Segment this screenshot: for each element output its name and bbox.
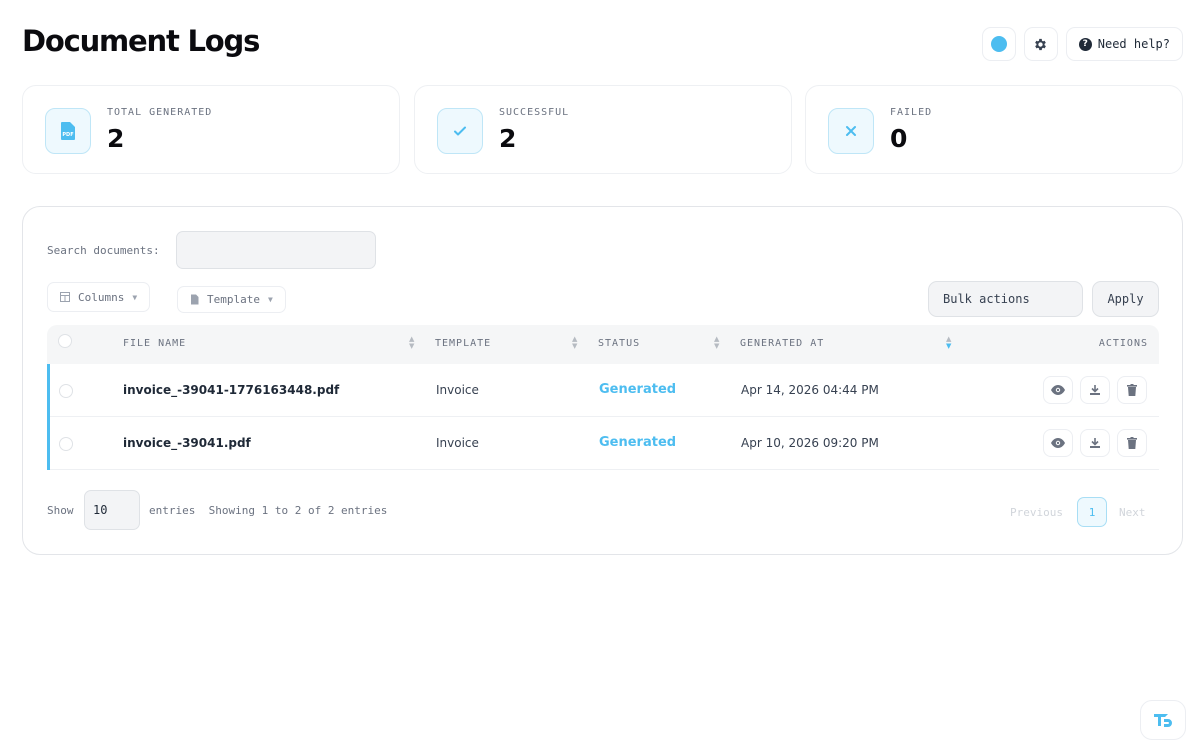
columns-button[interactable]: Columns ▼ (47, 282, 151, 312)
columns-icon (60, 292, 70, 302)
sort-icon[interactable]: ▲ ▼ (572, 336, 577, 350)
stat-value: 2 (107, 124, 125, 153)
file-icon (191, 294, 199, 305)
row-checkbox[interactable] (59, 437, 73, 451)
table-row: invoice_-39041.pdf Invoice Generated Apr… (47, 417, 1159, 470)
stat-label: SUCCESSFUL (499, 107, 570, 118)
color-dot-icon (990, 36, 1007, 52)
sort-icon[interactable]: ▲ ▼ (714, 336, 719, 350)
trash-icon (1127, 384, 1137, 396)
stat-value: 2 (499, 124, 517, 153)
file-name[interactable]: invoice_-39041-1776163448.pdf (123, 383, 339, 397)
view-button[interactable] (1043, 376, 1073, 404)
template-name: Invoice (436, 383, 479, 397)
top-actions: ? Need help? (981, 27, 1183, 61)
row-indicator (47, 417, 50, 470)
template-name: Invoice (436, 436, 479, 450)
trash-icon (1127, 437, 1137, 449)
table-row: invoice_-39041-1776163448.pdf Invoice Ge… (47, 364, 1159, 417)
chat-widget-button[interactable] (1140, 700, 1186, 740)
page-size-input[interactable]: 10 (84, 490, 140, 530)
stat-value: 0 (890, 124, 908, 153)
eye-icon (1051, 438, 1065, 448)
sort-icon[interactable]: ▲ ▼ (409, 336, 414, 350)
pdf-icon-text: PDF (62, 132, 73, 138)
stat-label: FAILED (890, 107, 933, 118)
search-label: Search documents: (47, 244, 160, 257)
apply-button[interactable]: Apply (1092, 281, 1159, 317)
table-header: FILE NAME ▲ ▼ TEMPLATE ▲ ▼ STATUS ▲ ▼ GENER… (47, 325, 1159, 364)
help-label: Need help? (1097, 37, 1170, 51)
view-button[interactable] (1043, 429, 1073, 457)
stat-card-successful: SUCCESSFUL 2 (414, 85, 792, 174)
stat-card-total: PDF TOTAL GENERATED 2 (22, 85, 400, 174)
template-filter-label: Template (207, 293, 260, 306)
row-checkbox[interactable] (59, 384, 73, 398)
sort-active-icon[interactable]: ▲ ▼ (946, 336, 951, 350)
x-icon (828, 108, 874, 154)
previous-page-button[interactable]: Previous (1010, 506, 1063, 519)
current-page-button[interactable]: 1 (1077, 497, 1107, 527)
check-icon (437, 108, 483, 154)
row-indicator (47, 364, 50, 417)
select-all-checkbox[interactable] (58, 334, 72, 348)
show-label: Show (47, 504, 74, 517)
entries-label: entries (149, 504, 196, 517)
search-input[interactable] (176, 231, 376, 269)
help-button[interactable]: ? Need help? (1065, 27, 1183, 61)
question-icon: ? (1078, 37, 1092, 51)
download-button[interactable] (1080, 376, 1110, 404)
caret-down-icon: ▼ (267, 295, 273, 304)
download-icon (1090, 438, 1100, 448)
theme-color-button[interactable] (981, 27, 1016, 61)
caret-down-icon: ▼ (132, 292, 138, 302)
file-name[interactable]: invoice_-39041.pdf (123, 436, 251, 450)
bulk-actions-select[interactable]: Bulk actions (928, 281, 1083, 317)
eye-icon (1051, 385, 1065, 395)
gear-icon (1035, 38, 1047, 50)
status-badge: Generated (599, 435, 677, 450)
column-header-template[interactable]: TEMPLATE (435, 338, 491, 349)
column-header-file-name[interactable]: FILE NAME (123, 338, 186, 349)
showing-info: Showing 1 to 2 of 2 entries (208, 504, 388, 517)
column-header-status[interactable]: STATUS (598, 338, 640, 349)
generated-at: Apr 14, 2026 04:44 PM (741, 383, 879, 397)
settings-button[interactable] (1023, 27, 1058, 61)
page-title: Document Logs (22, 24, 260, 58)
status-badge: Generated (599, 382, 677, 397)
download-button[interactable] (1080, 429, 1110, 457)
next-page-button[interactable]: Next (1119, 506, 1146, 519)
column-header-actions: ACTIONS (1098, 338, 1148, 349)
delete-button[interactable] (1117, 429, 1147, 457)
delete-button[interactable] (1117, 376, 1147, 404)
documents-panel: Search documents: Columns ▼ Template ▼ B… (22, 206, 1183, 555)
generated-at: Apr 10, 2026 09:20 PM (741, 436, 879, 450)
download-icon (1090, 385, 1100, 395)
entries-info: entries Showing 1 to 2 of 2 entries (149, 504, 387, 517)
columns-label: Columns (78, 290, 125, 304)
stat-card-failed: FAILED 0 (805, 85, 1183, 174)
stat-label: TOTAL GENERATED (107, 107, 213, 118)
pdf-file-icon: PDF (45, 108, 91, 154)
column-header-generated-at[interactable]: GENERATED AT (740, 338, 824, 349)
template-filter[interactable]: Template ▼ (177, 286, 286, 313)
brand-logo-icon (1154, 714, 1172, 727)
